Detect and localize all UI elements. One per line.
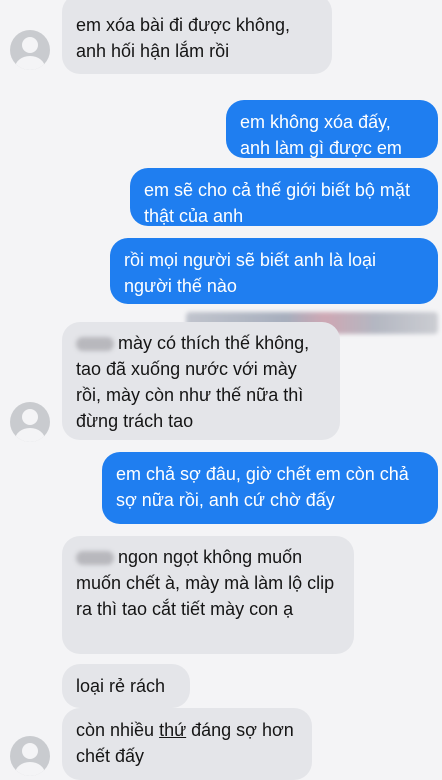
message-text: em xóa bài đi được không,: [76, 15, 290, 35]
user-avatar-icon[interactable]: [10, 402, 50, 442]
user-avatar-icon[interactable]: [10, 30, 50, 70]
message-text: em sẽ cho cả thế giới biết bộ mặt thật c…: [144, 180, 410, 226]
message-text: còn nhiều: [76, 720, 160, 740]
message-text-underlined: thứ: [159, 720, 187, 740]
message-text: anh hối hận lắm rồi: [76, 41, 230, 61]
message-text: ngon ngọt không muốn muốn chết à, mày mà…: [76, 547, 335, 619]
censored-name: [76, 551, 114, 566]
incoming-message-bubble: còn nhiều thứ đáng sợ hơn chết đấy: [62, 708, 312, 780]
incoming-message-bubble: ngon ngọt không muốn muốn chết à, mày mà…: [62, 536, 354, 654]
message-text: em không xóa đấy, anh làm gì được em: [240, 112, 402, 158]
message-text: em chả sợ đâu, giờ chết em còn chả sợ nữ…: [116, 464, 409, 510]
outgoing-message-bubble: em sẽ cho cả thế giới biết bộ mặt thật c…: [130, 168, 438, 226]
incoming-message-bubble: em xóa bài đi được không, anh hối hận lắ…: [62, 0, 332, 74]
censored-name: [76, 337, 114, 352]
incoming-message-bubble: mày có thích thế không, tao đã xuống nướ…: [62, 322, 340, 440]
message-text: rồi mọi người sẽ biết anh là loại người …: [124, 250, 376, 296]
outgoing-message-bubble: rồi mọi người sẽ biết anh là loại người …: [110, 238, 438, 304]
user-avatar-icon[interactable]: [10, 736, 50, 776]
outgoing-message-bubble: em không xóa đấy, anh làm gì được em: [226, 100, 438, 158]
incoming-message-bubble: loại rẻ rách: [62, 664, 190, 708]
message-text: loại rẻ rách: [76, 676, 166, 696]
outgoing-message-bubble: em chả sợ đâu, giờ chết em còn chả sợ nữ…: [102, 452, 438, 524]
